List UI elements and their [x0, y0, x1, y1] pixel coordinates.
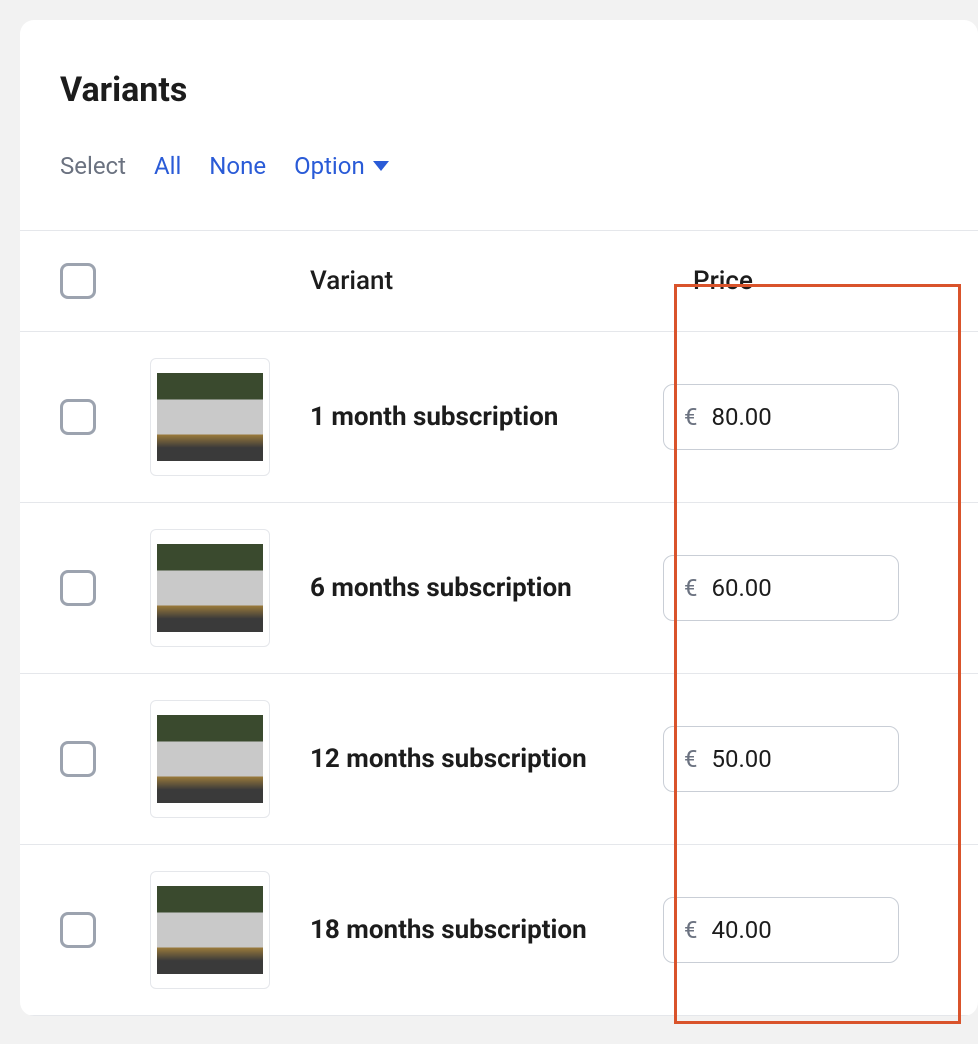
laptop-icon — [157, 544, 263, 632]
row-checkbox[interactable] — [60, 741, 96, 777]
option-dropdown[interactable]: Option — [294, 152, 389, 180]
table-row: 18 months subscription € 40.00 — [20, 845, 978, 1016]
variant-thumbnail[interactable] — [150, 871, 270, 989]
row-checkbox[interactable] — [60, 399, 96, 435]
caret-down-icon — [373, 161, 389, 171]
currency-symbol: € — [684, 745, 698, 773]
laptop-icon — [157, 886, 263, 974]
table-header-checkbox-col — [60, 263, 150, 299]
table-row: 12 months subscription € 50.00 — [20, 674, 978, 845]
variant-column-header: Variant — [310, 266, 663, 296]
price-input[interactable]: € 40.00 — [663, 897, 899, 963]
select-all-button[interactable]: All — [154, 152, 181, 180]
variant-name: 6 months subscription — [310, 569, 643, 608]
price-value: 40.00 — [712, 916, 879, 944]
card-header: Variants — [20, 20, 978, 140]
price-value: 50.00 — [712, 745, 879, 773]
variants-card: Variants Select All None Option Variant … — [20, 20, 978, 1016]
variant-thumbnail[interactable] — [150, 358, 270, 476]
select-none-button[interactable]: None — [209, 152, 266, 180]
variant-name: 12 months subscription — [310, 740, 643, 779]
select-all-checkbox[interactable] — [60, 263, 96, 299]
price-input[interactable]: € 50.00 — [663, 726, 899, 792]
price-value: 60.00 — [712, 574, 879, 602]
laptop-icon — [157, 373, 263, 461]
currency-symbol: € — [684, 574, 698, 602]
price-column-header: Price — [663, 266, 938, 296]
table-row: 6 months subscription € 60.00 — [20, 503, 978, 674]
price-value: 80.00 — [712, 403, 879, 431]
row-checkbox[interactable] — [60, 912, 96, 948]
table-header-row: Variant Price — [20, 230, 978, 332]
variant-name: 1 month subscription — [310, 398, 643, 437]
currency-symbol: € — [684, 916, 698, 944]
row-checkbox[interactable] — [60, 570, 96, 606]
select-bar: Select All None Option — [20, 140, 978, 230]
page-title: Variants — [60, 70, 938, 110]
variant-thumbnail[interactable] — [150, 700, 270, 818]
variant-name: 18 months subscription — [310, 911, 643, 950]
price-input[interactable]: € 80.00 — [663, 384, 899, 450]
table-row: 1 month subscription € 80.00 — [20, 332, 978, 503]
price-input[interactable]: € 60.00 — [663, 555, 899, 621]
select-label: Select — [60, 152, 126, 180]
option-dropdown-label: Option — [294, 152, 365, 180]
laptop-icon — [157, 715, 263, 803]
currency-symbol: € — [684, 403, 698, 431]
variant-thumbnail[interactable] — [150, 529, 270, 647]
